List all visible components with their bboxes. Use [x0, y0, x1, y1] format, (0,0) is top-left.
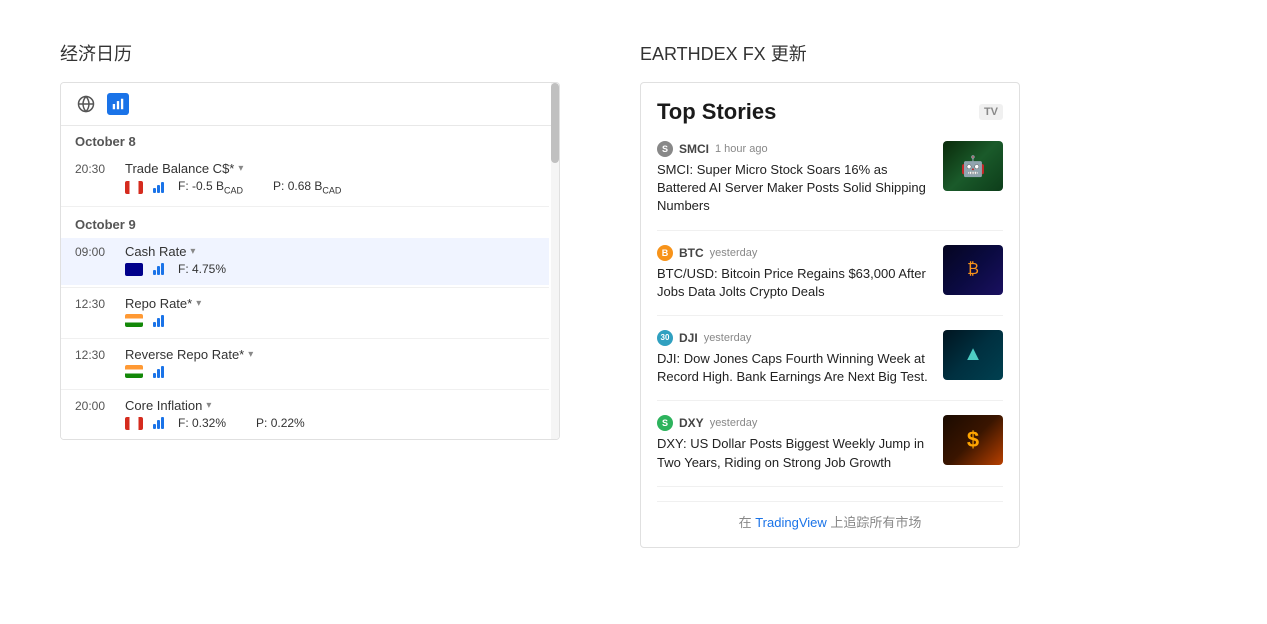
flag-canada — [125, 181, 143, 194]
chevron-down-icon: ▾ — [190, 246, 195, 257]
news-content-dxy: S DXY yesterday DXY: US Dollar Posts Big… — [657, 415, 931, 471]
news-thumbnail-btc: ₿ — [943, 245, 1003, 295]
news-headline-dxy: DXY: US Dollar Posts Biggest Weekly Jump… — [657, 435, 931, 471]
forecast-core-inflation: F: 0.32% — [178, 416, 226, 430]
event-name-repo-rate[interactable]: Repo Rate* ▾ — [125, 296, 201, 311]
news-headline-btc: BTC/USD: Bitcoin Price Regains $63,000 A… — [657, 265, 931, 301]
thumb-icon-dxy: $ — [943, 415, 1003, 465]
event-row-trade-balance: 20:30 Trade Balance C$* ▾ F: -0.5 BCAD P… — [61, 155, 549, 204]
source-name-dxy: DXY — [679, 416, 704, 430]
event-row-cash-rate: 09:00 Cash Rate ▾ F: 4.75% — [61, 238, 549, 285]
news-headline-smci: SMCI: Super Micro Stock Soars 16% as Bat… — [657, 161, 931, 216]
scrollbar-track[interactable] — [551, 83, 559, 439]
flag-india — [125, 314, 143, 327]
event-name-core-inflation[interactable]: Core Inflation ▾ — [125, 398, 211, 413]
news-heading: Top Stories — [657, 99, 776, 125]
event-time-cash-rate: 09:00 — [75, 245, 115, 259]
source-name-dji: DJI — [679, 331, 698, 345]
thumb-icon-smci: 🤖 — [943, 141, 1003, 191]
source-badge-smci: S — [657, 141, 673, 157]
event-time: 20:30 — [75, 162, 115, 176]
event-time-core-inflation: 20:00 — [75, 399, 115, 413]
news-item-dji[interactable]: 30 DJI yesterday DJI: Dow Jones Caps Fou… — [657, 330, 1003, 401]
news-thumbnail-dxy: $ — [943, 415, 1003, 465]
date-header-oct8: October 8 — [61, 126, 549, 155]
tradingview-logo-badge: TV — [979, 104, 1003, 120]
calendar-header — [61, 83, 559, 126]
tradingview-footer-link[interactable]: 在 TradingView 上追踪所有市场 — [657, 501, 1003, 531]
bar-chart-icon[interactable] — [107, 93, 129, 115]
news-item-btc[interactable]: B BTC yesterday BTC/USD: Bitcoin Price R… — [657, 245, 1003, 316]
event-name-trade-balance[interactable]: Trade Balance C$* ▾ — [125, 161, 243, 176]
tradingview-link-text[interactable]: TradingView — [755, 515, 827, 530]
event-row-core-inflation: 20:00 Core Inflation ▾ F: 0.32% P: 0.22% — [61, 392, 549, 439]
source-badge-btc: B — [657, 245, 673, 261]
chevron-down-icon: ▾ — [206, 400, 211, 411]
flag-australia — [125, 263, 143, 276]
source-name-smci: SMCI — [679, 142, 709, 156]
thumb-icon-dji: ▲ — [943, 330, 1003, 380]
news-content-dji: 30 DJI yesterday DJI: Dow Jones Caps Fou… — [657, 330, 931, 386]
news-item-smci[interactable]: S SMCI 1 hour ago SMCI: Super Micro Stoc… — [657, 141, 1003, 231]
news-source-btc: B BTC yesterday — [657, 245, 931, 261]
forecast-value: F: -0.5 BCAD — [178, 179, 243, 195]
news-header: Top Stories TV — [657, 99, 1003, 125]
right-section-title: EARTHDEX FX 更新 — [640, 40, 1040, 66]
news-source-dji: 30 DJI yesterday — [657, 330, 931, 346]
news-widget: Top Stories TV S SMCI 1 hour ago SMCI: S… — [640, 82, 1020, 548]
news-thumbnail-dji: ▲ — [943, 330, 1003, 380]
event-time-reverse-repo: 12:30 — [75, 348, 115, 362]
left-panel: 经济日历 October 8 — [60, 40, 580, 440]
flag-india-2 — [125, 365, 143, 378]
news-headline-dji: DJI: Dow Jones Caps Fourth Winning Week … — [657, 350, 931, 386]
source-time-dji: yesterday — [704, 332, 752, 344]
previous-value: P: 0.68 BCAD — [273, 179, 341, 195]
source-badge-dxy: S — [657, 415, 673, 431]
volatility-bars-ca2 — [153, 417, 164, 429]
source-badge-dji: 30 — [657, 330, 673, 346]
event-row-reverse-repo-rate: 12:30 Reverse Repo Rate* ▾ — [61, 341, 549, 387]
news-content-smci: S SMCI 1 hour ago SMCI: Super Micro Stoc… — [657, 141, 931, 216]
left-section-title: 经济日历 — [60, 40, 580, 66]
volatility-bars — [153, 181, 164, 193]
volatility-bars-in2 — [153, 366, 164, 378]
news-item-dxy[interactable]: S DXY yesterday DXY: US Dollar Posts Big… — [657, 415, 1003, 486]
volatility-bars-au — [153, 263, 164, 275]
source-initial-dxy: S — [662, 418, 668, 428]
chevron-down-icon: ▾ — [238, 163, 243, 174]
event-time-repo-rate: 12:30 — [75, 297, 115, 311]
source-initial-dji: 30 — [661, 333, 670, 342]
event-name-cash-rate[interactable]: Cash Rate ▾ — [125, 244, 195, 259]
previous-core-inflation: P: 0.22% — [256, 416, 305, 430]
chevron-down-icon: ▾ — [196, 298, 201, 309]
source-time-smci: 1 hour ago — [715, 143, 768, 155]
source-time-dxy: yesterday — [710, 417, 758, 429]
source-initial-btc: B — [662, 248, 669, 258]
right-panel: EARTHDEX FX 更新 Top Stories TV S SMCI 1 h… — [640, 40, 1040, 548]
forecast-cash-rate: F: 4.75% — [178, 262, 226, 276]
source-time-btc: yesterday — [710, 247, 758, 259]
event-row-repo-rate: 12:30 Repo Rate* ▾ — [61, 290, 549, 336]
news-source-dxy: S DXY yesterday — [657, 415, 931, 431]
source-initial: S — [662, 144, 668, 154]
volatility-bars-in1 — [153, 315, 164, 327]
news-source-smci: S SMCI 1 hour ago — [657, 141, 931, 157]
news-thumbnail-smci: 🤖 — [943, 141, 1003, 191]
scrollbar-thumb[interactable] — [551, 83, 559, 163]
news-content-btc: B BTC yesterday BTC/USD: Bitcoin Price R… — [657, 245, 931, 301]
flag-canada-2 — [125, 417, 143, 430]
source-name-btc: BTC — [679, 246, 704, 260]
event-name-reverse-repo[interactable]: Reverse Repo Rate* ▾ — [125, 347, 253, 362]
chevron-down-icon: ▾ — [248, 349, 253, 360]
date-header-oct9: October 9 — [61, 209, 549, 238]
calendar-widget: October 8 20:30 Trade Balance C$* ▾ F: — [60, 82, 560, 440]
thumb-icon-btc: ₿ — [943, 245, 1003, 295]
globe-icon[interactable] — [75, 93, 97, 115]
calendar-body: October 8 20:30 Trade Balance C$* ▾ F: — [61, 126, 559, 439]
